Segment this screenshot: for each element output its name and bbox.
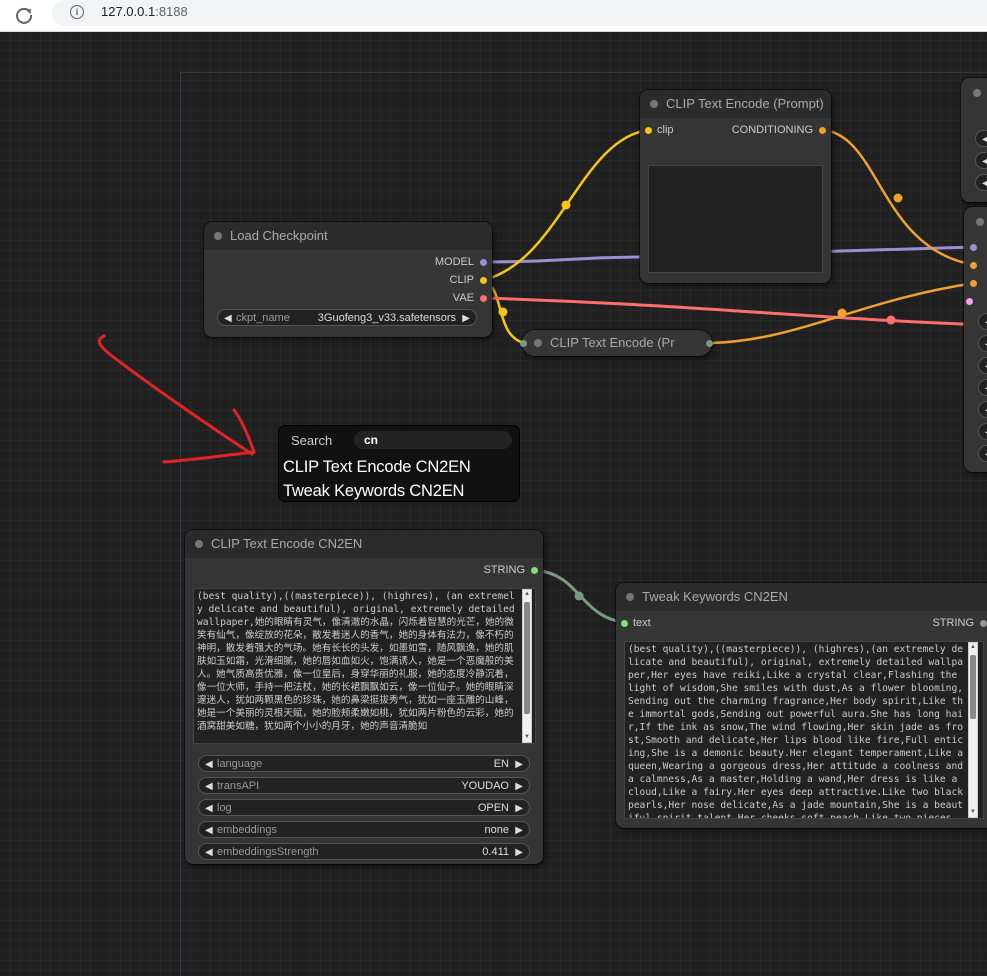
partial-widget[interactable]: ◀	[975, 174, 987, 191]
clip-text-encode-cn2en-node[interactable]: CLIP Text Encode CN2EN STRING (best qual…	[185, 530, 543, 864]
latent-input-port[interactable]	[966, 298, 973, 305]
partial-widget[interactable]: ◀	[975, 152, 987, 169]
log-combo[interactable]: ◀ log OPEN ▶	[198, 799, 530, 816]
clip-output-label: CLIP	[449, 274, 474, 286]
collapse-dot[interactable]	[650, 100, 658, 108]
prev-arrow-icon[interactable]: ◀	[205, 800, 213, 817]
prev-arrow-icon[interactable]: ◀	[205, 778, 213, 795]
model-output-label: MODEL	[434, 256, 474, 268]
string-output-port[interactable]	[531, 567, 538, 574]
clip-text-encode-collapsed-node[interactable]: CLIP Text Encode (Pr	[520, 330, 713, 356]
collapsed-node-title: CLIP Text Encode (Pr	[550, 335, 675, 350]
positive-input-port[interactable]	[970, 262, 977, 269]
vae-output-port[interactable]	[480, 295, 487, 302]
search-label: Search	[291, 433, 333, 448]
next-arrow-icon[interactable]: ▶	[515, 822, 523, 839]
transapi-combo[interactable]: ◀ transAPI YOUDAO ▶	[198, 777, 530, 794]
address-bar[interactable]: i 127.0.0.1:8188	[52, 0, 987, 26]
embeddings-combo[interactable]: ◀ embeddings none ▶	[198, 821, 530, 838]
string-output-label: STRING	[483, 564, 525, 576]
clip-input-port[interactable]	[520, 340, 527, 347]
clip-input-port[interactable]	[645, 127, 652, 134]
vae-link	[483, 296, 987, 327]
prev-arrow-icon[interactable]: ◀	[224, 310, 232, 327]
partial-widget[interactable]: ◀	[978, 379, 987, 396]
partial-widget[interactable]: ◀	[978, 401, 987, 418]
embeddings-strength-number[interactable]: ◀ embeddingsStrength 0.411 ▶	[198, 843, 530, 860]
string-output-label: STRING	[932, 617, 974, 629]
increment-arrow-icon[interactable]: ▶	[515, 844, 523, 861]
reload-icon[interactable]	[14, 5, 34, 25]
next-arrow-icon[interactable]: ▶	[515, 778, 523, 795]
textarea-scrollbar[interactable]: ▲ ▼	[522, 589, 532, 743]
conditioning-output-label: CONDITIONING	[731, 124, 813, 136]
load-checkpoint-node[interactable]: Load Checkpoint MODEL CLIP VAE ◀ ckpt_na…	[204, 222, 492, 337]
partial-widget[interactable]: ◀	[978, 357, 987, 374]
tweak-keywords-cn2en-node[interactable]: Tweak Keywords CN2EN text STRING (best q…	[616, 583, 987, 828]
collapse-dot[interactable]	[534, 339, 542, 347]
conditioning-output-port[interactable]	[819, 127, 826, 134]
language-combo[interactable]: ◀ language EN ▶	[198, 755, 530, 772]
search-input[interactable]: cn	[354, 431, 512, 449]
string-output-port[interactable]	[980, 620, 987, 627]
next-arrow-icon[interactable]: ▶	[462, 310, 470, 327]
collapse-dot[interactable]	[626, 593, 634, 601]
node-title-bar[interactable]: Tweak Keywords CN2EN	[616, 583, 987, 611]
next-arrow-icon[interactable]: ▶	[515, 800, 523, 817]
node-title-bar[interactable]: CLIP Text Encode CN2EN	[185, 530, 543, 558]
partial-widget[interactable]: ◀	[975, 130, 987, 147]
collapse-dot[interactable]	[976, 218, 984, 226]
text-input-label: text	[633, 617, 651, 629]
node-title-bar[interactable]: CLIP Text Encode (Prompt)	[640, 90, 831, 118]
partial-widget[interactable]: ◀	[978, 423, 987, 440]
search-result-item[interactable]: Tweak Keywords CN2EN	[283, 482, 464, 501]
next-arrow-icon[interactable]: ▶	[515, 756, 523, 773]
model-output-port[interactable]	[480, 259, 487, 266]
search-result-item[interactable]: CLIP Text Encode CN2EN	[283, 458, 471, 477]
prev-arrow-icon[interactable]: ◀	[205, 822, 213, 839]
conditioning-output-port[interactable]	[706, 340, 713, 347]
node-search-dialog[interactable]: Search cn CLIP Text Encode CN2EN Tweak K…	[279, 426, 519, 501]
en-text-textarea[interactable]: (best quality),((masterpiece)), (highres…	[624, 641, 984, 819]
prev-arrow-icon[interactable]: ◀	[205, 756, 213, 773]
clip-output-port[interactable]	[480, 277, 487, 284]
info-icon[interactable]: i	[70, 5, 84, 19]
clip-text-encode-prompt-node[interactable]: CLIP Text Encode (Prompt) clip CONDITION…	[640, 90, 831, 283]
text-input-port[interactable]	[621, 620, 628, 627]
negative-input-port[interactable]	[970, 280, 977, 287]
partial-node-top-right[interactable]: ◀ ◀ ◀	[961, 78, 987, 202]
cn-text-textarea[interactable]: (best quality),((masterpiece)), (highres…	[193, 588, 536, 744]
prompt-textarea[interactable]	[648, 165, 823, 273]
partial-node-sampler[interactable]: ◀ ◀ ◀ ◀ ◀ ◀ ◀	[964, 207, 987, 472]
clip-input-label: clip	[657, 124, 674, 136]
textarea-scrollbar[interactable]: ▲ ▼	[968, 642, 978, 818]
vae-output-label: VAE	[452, 292, 474, 304]
model-input-port[interactable]	[970, 244, 977, 251]
partial-widget[interactable]: ◀	[978, 335, 987, 352]
decrement-arrow-icon[interactable]: ◀	[205, 844, 213, 861]
node-title-bar[interactable]: Load Checkpoint	[204, 222, 492, 250]
url-text: 127.0.0.1:8188	[101, 4, 188, 19]
ckpt-name-combo[interactable]: ◀ ckpt_name 3Guofeng3_v33.safetensors ▶	[217, 309, 477, 326]
partial-widget[interactable]: ◀	[978, 445, 987, 462]
collapse-dot[interactable]	[195, 540, 203, 548]
browser-toolbar: i 127.0.0.1:8188	[0, 0, 987, 32]
collapse-dot[interactable]	[214, 232, 222, 240]
collapse-dot[interactable]	[973, 89, 981, 97]
partial-widget[interactable]: ◀	[978, 313, 987, 330]
